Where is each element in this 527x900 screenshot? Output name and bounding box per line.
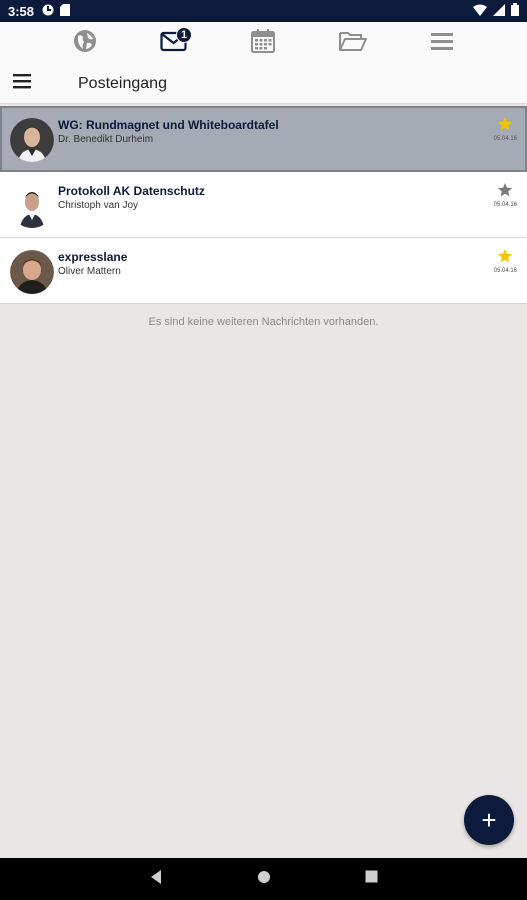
app-notification-icon — [42, 4, 54, 19]
signal-icon — [493, 3, 505, 19]
message-item[interactable]: Protokoll AK Datenschutz Christoph van J… — [0, 172, 527, 238]
message-sender: Oliver Mattern — [58, 266, 121, 277]
avatar — [10, 118, 54, 162]
empty-list-note: Es sind keine weiteren Nachrichten vorha… — [148, 316, 379, 328]
nav-menu[interactable] — [422, 23, 462, 63]
hamburger-icon — [12, 73, 32, 94]
recents-button[interactable] — [360, 867, 384, 891]
avatar — [10, 250, 54, 294]
page-title: Posteingang — [78, 74, 167, 92]
message-subject: expresslane — [58, 250, 128, 264]
mail-badge: 1 — [176, 27, 193, 43]
message-sender: Dr. Benedikt Durheim — [58, 134, 154, 145]
message-item[interactable]: expresslane Oliver Mattern 05.04.16 — [0, 238, 527, 304]
nav-globe[interactable] — [65, 23, 105, 63]
top-navigation: 1 — [0, 22, 527, 64]
back-icon — [149, 869, 163, 890]
message-date: 05.04.16 — [493, 202, 517, 208]
message-list: WG: Rundmagnet und Whiteboardtafel Dr. B… — [0, 106, 527, 304]
sd-card-icon — [60, 3, 71, 19]
star-icon[interactable] — [497, 116, 513, 132]
wifi-icon — [473, 4, 487, 19]
recents-icon — [365, 870, 378, 888]
message-subject: WG: Rundmagnet und Whiteboardtafel — [58, 118, 279, 132]
drawer-menu-button[interactable] — [4, 66, 40, 102]
battery-icon — [511, 3, 519, 19]
home-button[interactable] — [252, 867, 276, 891]
avatar — [10, 184, 54, 228]
nav-mail[interactable]: 1 — [154, 23, 194, 63]
message-item[interactable]: WG: Rundmagnet und Whiteboardtafel Dr. B… — [0, 106, 527, 172]
folder-icon — [338, 30, 367, 57]
message-date: 05.04.16 — [493, 268, 517, 274]
star-icon[interactable] — [497, 182, 513, 198]
system-navigation-bar — [0, 858, 527, 900]
nav-calendar[interactable] — [243, 23, 283, 63]
message-date: 05.04.16 — [493, 136, 517, 142]
menu-icon — [430, 31, 454, 56]
compose-button[interactable]: + — [464, 795, 514, 845]
status-bar: 3:58 — [0, 0, 527, 22]
title-bar: Posteingang — [0, 64, 527, 104]
home-icon — [257, 870, 271, 889]
nav-folder[interactable] — [333, 23, 373, 63]
back-button[interactable] — [144, 867, 168, 891]
message-sender: Christoph van Joy — [58, 200, 139, 211]
message-subject: Protokoll AK Datenschutz — [58, 184, 205, 198]
status-time: 3:58 — [8, 3, 35, 19]
globe-icon — [73, 29, 97, 58]
star-icon[interactable] — [497, 248, 513, 264]
calendar-icon — [251, 28, 276, 58]
